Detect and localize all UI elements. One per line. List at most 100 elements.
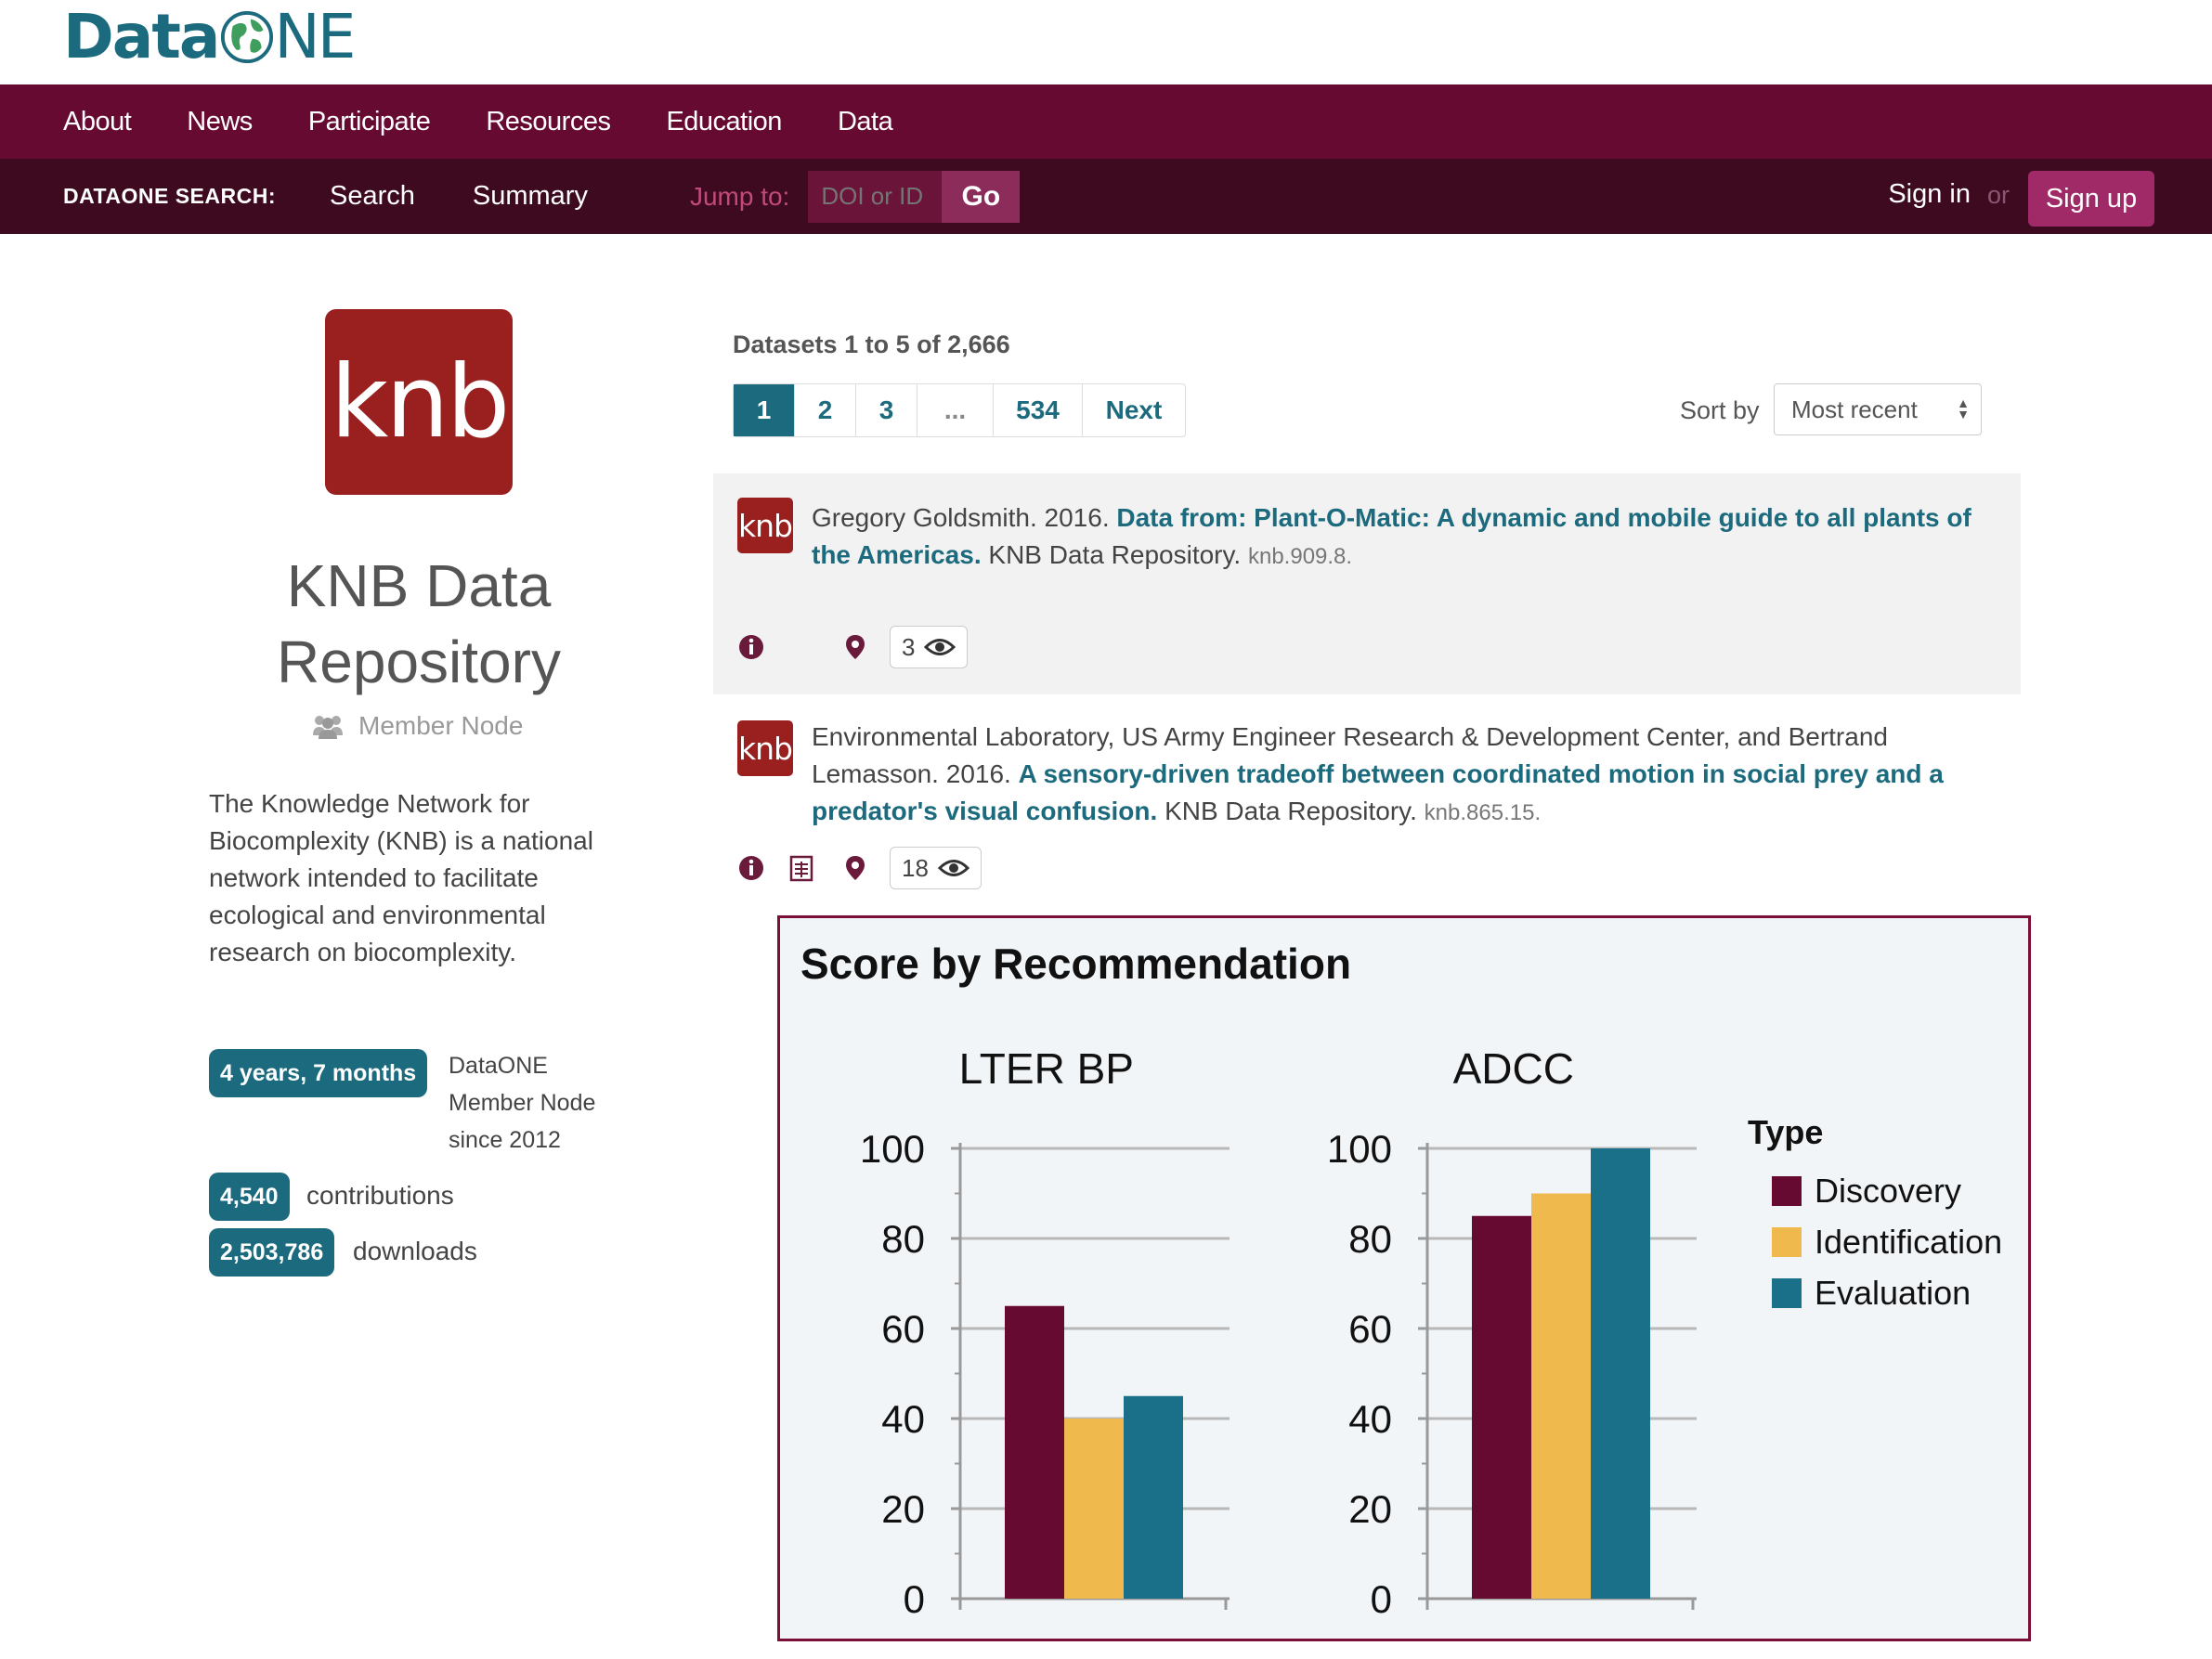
- y-tick-label: 80: [1348, 1217, 1392, 1261]
- downloads-badge: 2,503,786: [209, 1228, 335, 1277]
- bar-identification: [1064, 1419, 1124, 1599]
- go-button[interactable]: Go: [942, 170, 1021, 223]
- score-chart: Score by Recommendation LTER BP 0 20 40 60 80…: [777, 915, 2031, 1641]
- dataset-count: Datasets 1 to 5 of 2,666: [733, 331, 1010, 358]
- result-item: knb Environmental Laboratory, US Army En…: [713, 696, 2021, 901]
- legend-item: Discovery: [1772, 1165, 2002, 1216]
- y-tick-label: 20: [1348, 1487, 1392, 1531]
- legend-title: Type: [1748, 1113, 1824, 1151]
- doi-input[interactable]: [808, 170, 943, 223]
- result-citation: Environmental Laboratory, US Army Engine…: [812, 719, 2000, 832]
- search-link[interactable]: Search: [330, 181, 415, 212]
- result-logo: knb: [737, 720, 793, 776]
- bar-discovery: [1472, 1215, 1531, 1599]
- bar-discovery: [1005, 1305, 1064, 1599]
- node-type: Member Node: [358, 711, 524, 740]
- repository-description: The Knowledge Network for Biocomplexity …: [209, 789, 593, 966]
- result-publisher: KNB Data Repository.: [981, 540, 1248, 569]
- y-tick-label: 0: [1371, 1577, 1392, 1621]
- bar-evaluation: [1591, 1148, 1650, 1599]
- knb-logo: knb: [325, 309, 513, 495]
- y-tick-label: 60: [1348, 1307, 1392, 1351]
- y-tick-label: 80: [881, 1217, 925, 1261]
- logo-text: Data: [63, 1, 220, 72]
- summary-link[interactable]: Summary: [473, 181, 588, 212]
- view-count-value: 18: [902, 853, 929, 882]
- legend-item: Evaluation: [1772, 1267, 2002, 1318]
- nav-news[interactable]: News: [187, 107, 253, 137]
- legend-label: Evaluation: [1815, 1273, 1971, 1312]
- next-page[interactable]: Next: [1083, 384, 1185, 436]
- select-arrows-icon: ▲ ▼: [1957, 395, 1970, 421]
- contributions-badge: 4,540: [209, 1173, 290, 1221]
- result-authors: Gregory Goldsmith. 2016.: [812, 503, 1117, 532]
- y-tick-label: 100: [860, 1127, 925, 1171]
- users-icon: [313, 716, 343, 739]
- knb-logo-text: knb: [330, 343, 511, 460]
- y-tick-label: 40: [881, 1397, 925, 1441]
- jump-to-label: Jump to:: [689, 181, 790, 211]
- view-count: 3: [890, 626, 969, 668]
- nav-participate[interactable]: Participate: [308, 107, 431, 137]
- map-marker-icon[interactable]: [841, 633, 869, 661]
- pagination: 1 2 3 ... 534 Next: [733, 383, 1186, 437]
- page-1[interactable]: 1: [734, 384, 795, 436]
- result-item: knb Gregory Goldsmith. 2016. Data from: …: [713, 473, 2021, 694]
- page-ellipsis: ...: [917, 384, 994, 436]
- repository-title: KNB Data Repository: [277, 552, 561, 695]
- nav-resources[interactable]: Resources: [486, 107, 611, 137]
- view-count-value: 3: [902, 632, 916, 661]
- view-count: 18: [890, 847, 982, 889]
- sort-value: Most recent: [1791, 395, 1918, 423]
- map-marker-icon[interactable]: [841, 854, 869, 882]
- legend-label: Discovery: [1815, 1171, 1962, 1210]
- logo-bar: Data NE: [0, 0, 2212, 84]
- y-tick-label: 40: [1348, 1397, 1392, 1441]
- y-tick-label: 100: [1327, 1127, 1392, 1171]
- result-logo: knb: [737, 498, 793, 553]
- member-since-text: DataONE Member Node since 2012: [449, 1053, 596, 1153]
- bar-identification: [1531, 1193, 1591, 1599]
- panel-title: LTER BP: [959, 1044, 1134, 1093]
- legend-item: Identification: [1772, 1216, 2002, 1267]
- panel-title: ADCC: [1453, 1044, 1574, 1093]
- nav-education[interactable]: Education: [666, 107, 782, 137]
- nav-data[interactable]: Data: [838, 107, 893, 137]
- age-badge: 4 years, 7 months: [209, 1049, 428, 1097]
- main-nav: About News Participate Resources Educati…: [0, 84, 2212, 159]
- y-tick-label: 0: [904, 1577, 925, 1621]
- data-table-icon[interactable]: [787, 854, 815, 882]
- member-node-label: Member Node: [312, 711, 523, 741]
- sort-label: Sort by: [1680, 396, 1760, 424]
- page-534[interactable]: 534: [994, 384, 1083, 436]
- eye-icon: [924, 639, 956, 655]
- search-nav-label: DATAONE SEARCH:: [63, 184, 276, 208]
- logo-suffix: NE: [274, 1, 356, 72]
- eye-icon: [937, 860, 969, 876]
- globe-icon: [221, 10, 274, 64]
- page-3[interactable]: 3: [856, 384, 917, 436]
- search-nav: DATAONE SEARCH: Search Summary Jump to: …: [0, 159, 2212, 234]
- downloads-label: downloads: [353, 1237, 477, 1265]
- chart-legend: Type Discovery Identification Evaluation: [1748, 1113, 2002, 1318]
- result-publisher: KNB Data Repository.: [1157, 797, 1425, 825]
- legend-swatch: [1772, 1226, 1802, 1257]
- contributions-label: contributions: [306, 1181, 454, 1210]
- legend-swatch: [1772, 1175, 1802, 1206]
- dataone-logo[interactable]: Data NE: [63, 0, 357, 74]
- sign-up-button[interactable]: Sign up: [2028, 171, 2154, 227]
- bar-evaluation: [1124, 1395, 1183, 1599]
- nav-about[interactable]: About: [63, 107, 132, 137]
- info-icon[interactable]: [737, 633, 765, 661]
- or-separator: or: [1986, 181, 2010, 209]
- legend-swatch: [1772, 1277, 1802, 1308]
- legend-label: Identification: [1815, 1222, 2003, 1261]
- sort-select[interactable]: Most recent ▲ ▼: [1774, 383, 1982, 435]
- info-icon[interactable]: [737, 854, 765, 882]
- result-pid: knb.909.8.: [1247, 544, 1353, 569]
- page-2[interactable]: 2: [795, 384, 856, 436]
- sign-in-link[interactable]: Sign in: [1888, 179, 1971, 210]
- y-tick-label: 20: [881, 1487, 925, 1531]
- result-citation: Gregory Goldsmith. 2016. Data from: Plan…: [812, 499, 2000, 576]
- result-icons: 18: [737, 847, 982, 889]
